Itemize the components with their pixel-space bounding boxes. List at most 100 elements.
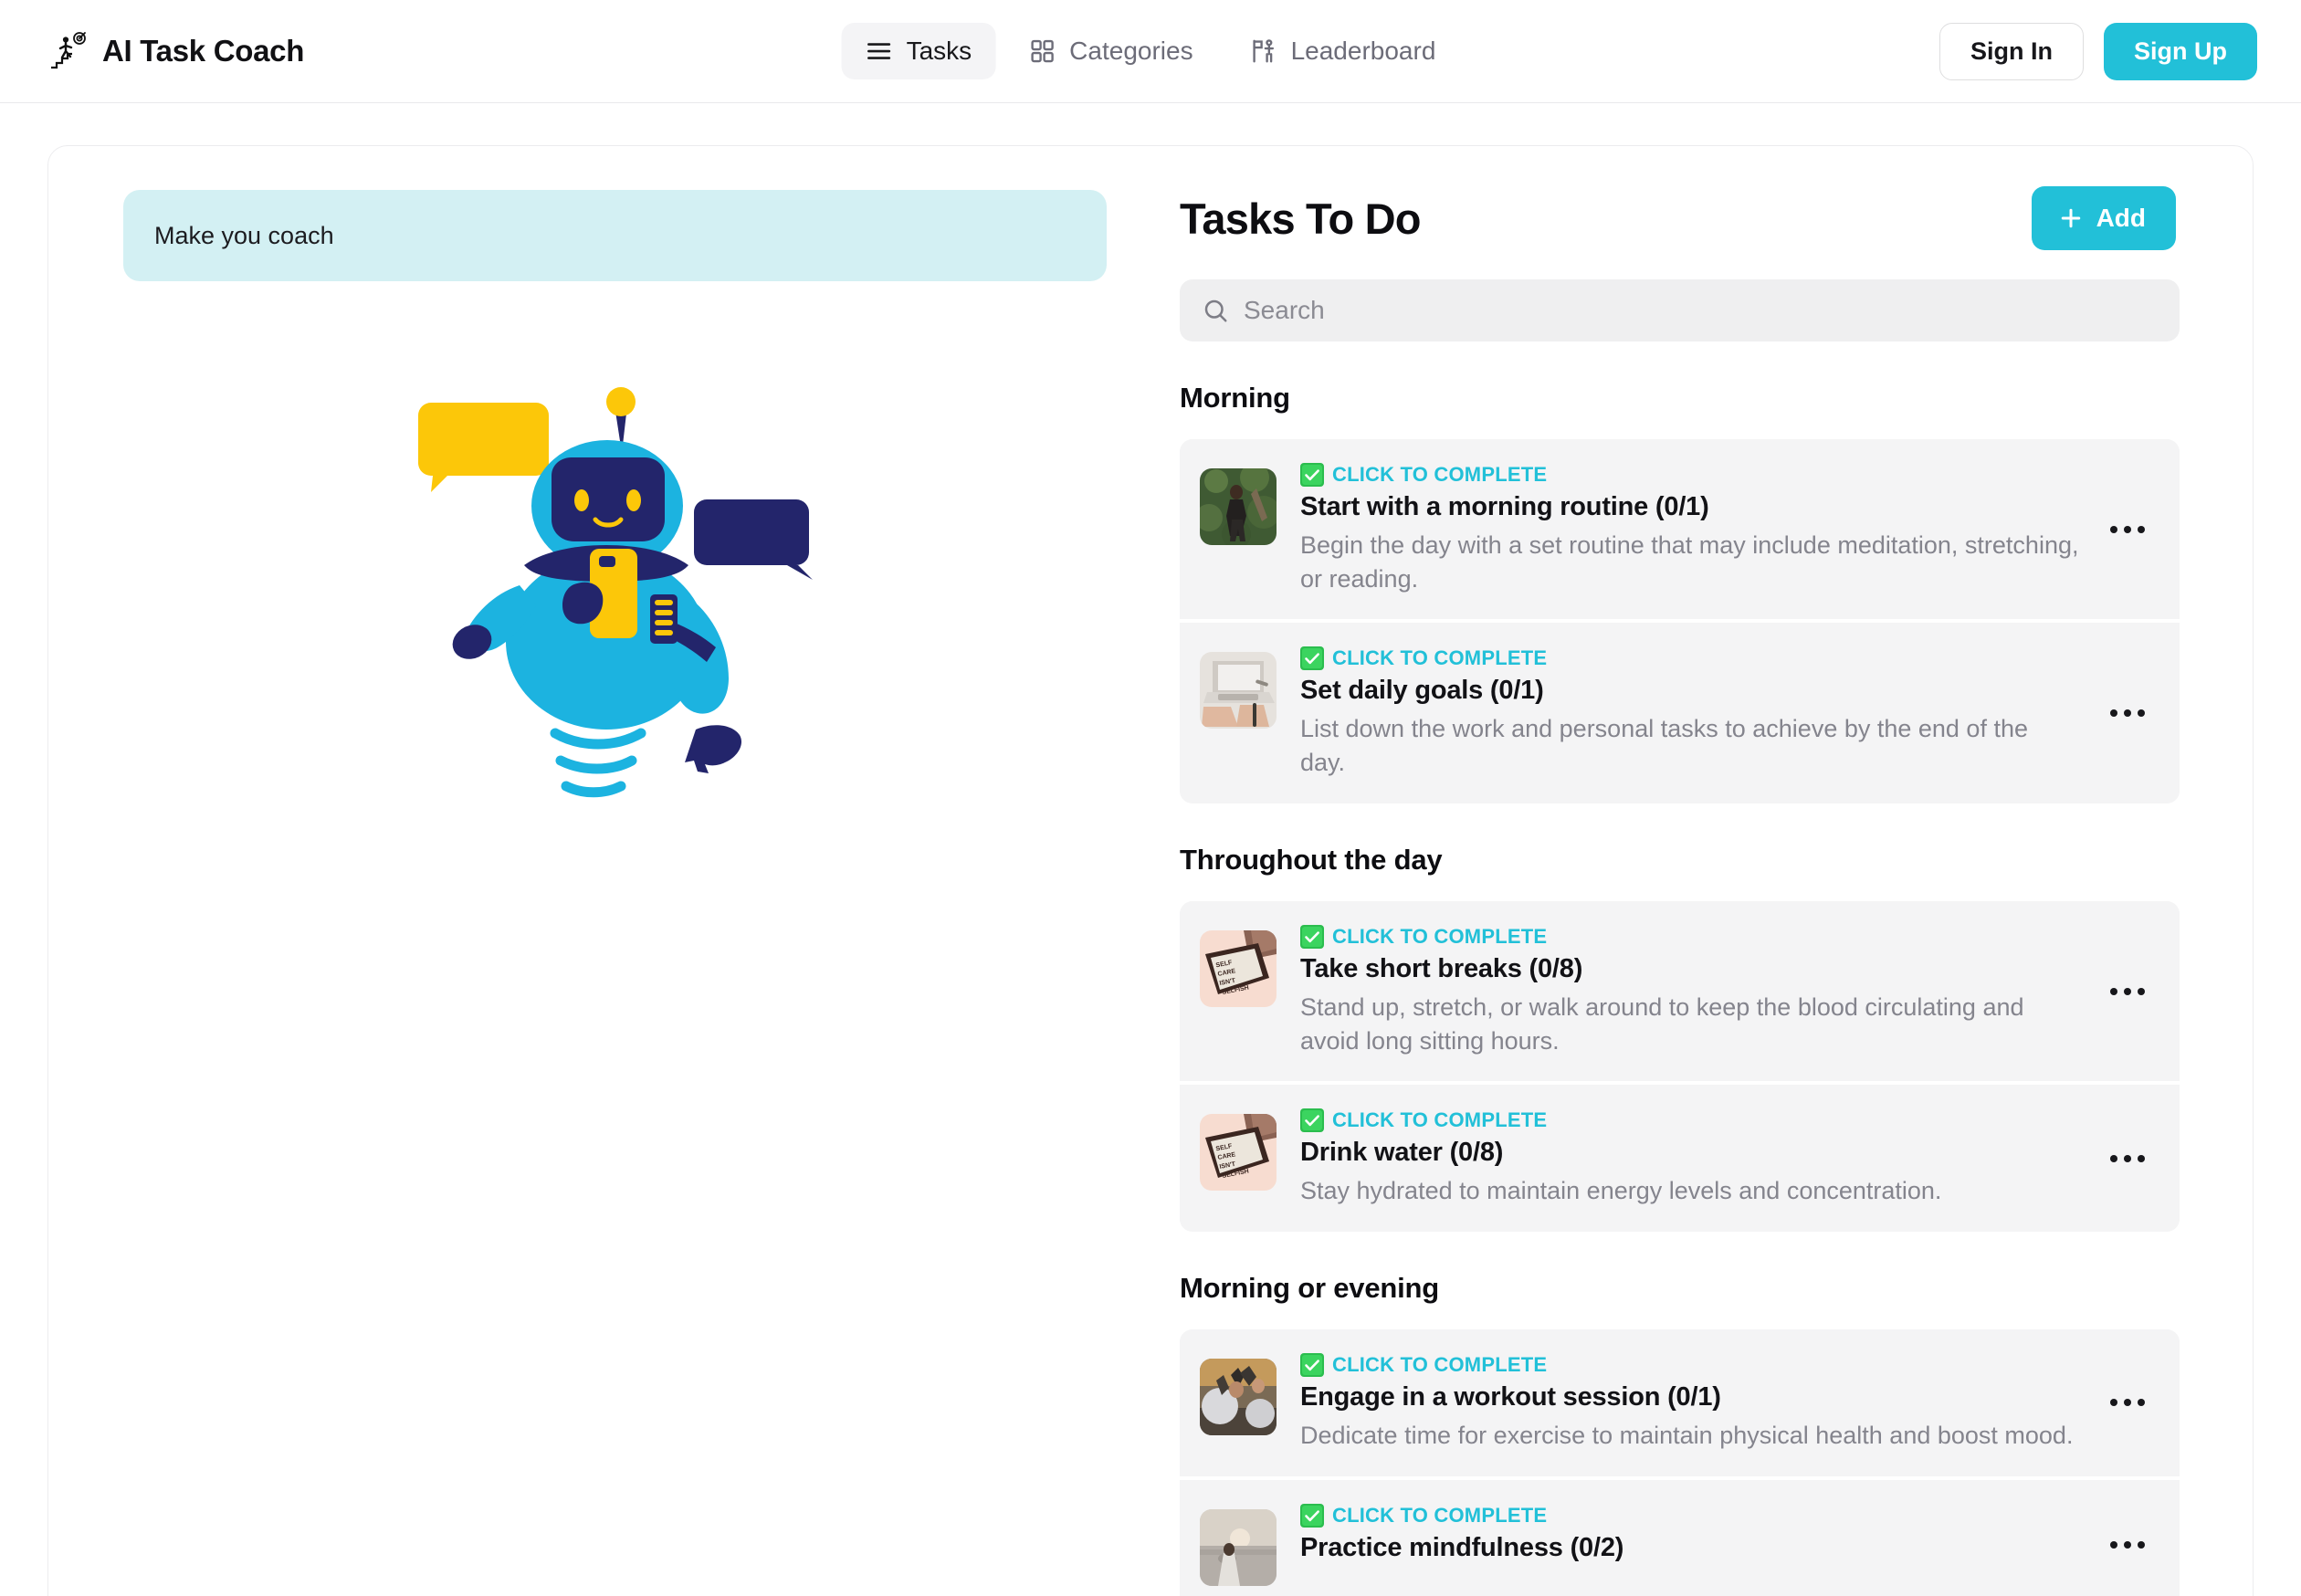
- ellipsis-icon: [2110, 709, 2117, 718]
- complete-toggle[interactable]: CLICK TO COMPLETE: [1300, 646, 2079, 671]
- task-body: CLICK TO COMPLETE Take short breaks (0/8…: [1300, 924, 2079, 1057]
- task-body: CLICK TO COMPLETE Set daily goals (0/1) …: [1300, 646, 2079, 779]
- brand-name: AI Task Coach: [102, 34, 305, 68]
- ellipsis-icon: [2110, 525, 2117, 533]
- complete-label: CLICK TO COMPLETE: [1332, 1353, 1548, 1377]
- complete-label: CLICK TO COMPLETE: [1332, 1503, 1548, 1527]
- task-description: Stay hydrated to maintain energy levels …: [1300, 1177, 1942, 1205]
- complete-toggle[interactable]: CLICK TO COMPLETE: [1300, 924, 2079, 949]
- stairs-climber-target-icon: [47, 31, 88, 71]
- task-row[interactable]: CLICK TO COMPLETE Practice mindfulness (…: [1180, 1475, 2180, 1596]
- task-more-options-button[interactable]: [2103, 1140, 2152, 1177]
- complete-label: CLICK TO COMPLETE: [1332, 924, 1548, 948]
- ellipsis-icon: [2138, 525, 2145, 533]
- nav-item-categories[interactable]: Categories: [1004, 23, 1216, 79]
- ellipsis-icon: [2124, 1154, 2131, 1162]
- green-check-box-icon: [1300, 1503, 1324, 1528]
- coach-banner-text: Make you coach: [154, 221, 334, 249]
- ellipsis-icon: [2124, 1540, 2131, 1549]
- ellipsis-icon: [2138, 709, 2145, 718]
- task-more-options-button[interactable]: [2103, 1527, 2152, 1563]
- task-more-options-button[interactable]: [2103, 1384, 2152, 1421]
- brand[interactable]: AI Task Coach: [47, 31, 304, 71]
- task-group-morning-or-evening: Morning or evening CLICK TO COMPLETE Eng…: [1180, 1272, 2180, 1596]
- complete-toggle[interactable]: CLICK TO COMPLETE: [1300, 1108, 2079, 1133]
- flag-person-icon: [1250, 37, 1277, 65]
- search-input[interactable]: [1244, 296, 2158, 325]
- task-title: Start with a morning routine (0/1): [1300, 492, 1709, 521]
- group-card: SELF CARE ISN'T SELFISH CLICK TO COMPLETE T…: [1180, 900, 2180, 1233]
- complete-label: CLICK TO COMPLETE: [1332, 646, 1548, 670]
- task-thumbnail-self-care-poster: SELF CARE ISN'T SELFISH: [1200, 929, 1277, 1007]
- green-check-box-icon: [1300, 924, 1324, 949]
- main-nav: Tasks Categories Leaderboard: [841, 23, 1460, 79]
- sign-in-button[interactable]: Sign In: [1939, 22, 2084, 80]
- task-thumbnail-meditation-sunrise: [1200, 1508, 1277, 1586]
- complete-toggle[interactable]: CLICK TO COMPLETE: [1300, 463, 2079, 487]
- green-check-box-icon: [1300, 1108, 1324, 1133]
- ellipsis-icon: [2110, 1540, 2117, 1549]
- ellipsis-icon: [2124, 987, 2131, 995]
- ellipsis-icon: [2138, 987, 2145, 995]
- group-title: Morning: [1180, 382, 1290, 414]
- coach-banner[interactable]: Make you coach: [123, 190, 1107, 281]
- ellipsis-icon: [2124, 709, 2131, 718]
- task-description: Stand up, stretch, or walk around to kee…: [1300, 992, 2024, 1055]
- nav-item-leaderboard[interactable]: Leaderboard: [1226, 23, 1460, 79]
- task-body: CLICK TO COMPLETE Engage in a workout se…: [1300, 1353, 2079, 1453]
- add-task-label: Add: [2096, 204, 2146, 232]
- nav-label-leaderboard: Leaderboard: [1290, 37, 1436, 65]
- task-thumbnail-laptop-typing: [1200, 652, 1277, 730]
- nav-item-tasks[interactable]: Tasks: [841, 23, 996, 79]
- task-row[interactable]: CLICK TO COMPLETE Set daily goals (0/1) …: [1180, 619, 2180, 803]
- ellipsis-icon: [2110, 987, 2117, 995]
- task-row[interactable]: SELF CARE ISN'T SELFISH CLICK TO COMPLETE D…: [1180, 1081, 2180, 1233]
- green-check-box-icon: [1300, 463, 1324, 487]
- complete-label: CLICK TO COMPLETE: [1332, 1108, 1548, 1132]
- task-group-throughout-the-day: Throughout the day SELF CARE ISN'T SELFISH …: [1180, 843, 2180, 1233]
- task-more-options-button[interactable]: [2103, 695, 2152, 731]
- task-description: Dedicate time for exercise to maintain p…: [1300, 1422, 2074, 1450]
- search-icon: [1202, 297, 1229, 324]
- complete-toggle[interactable]: CLICK TO COMPLETE: [1300, 1353, 2079, 1378]
- ellipsis-icon: [2110, 1399, 2117, 1407]
- green-check-box-icon: [1300, 646, 1324, 671]
- ellipsis-icon: [2138, 1154, 2145, 1162]
- sign-up-button[interactable]: Sign Up: [2104, 22, 2257, 80]
- top-navigation-bar: AI Task Coach Tasks Categories Leaderboa…: [0, 0, 2301, 103]
- task-title: Engage in a workout session (0/1): [1300, 1382, 1721, 1412]
- hamburger-menu-icon: [866, 37, 893, 65]
- nav-label-tasks: Tasks: [906, 37, 972, 65]
- task-group-morning: Morning CLICK TO COMPLETE Start with a m…: [1180, 382, 2180, 803]
- task-thumbnail-self-care-poster: SELF CARE ISN'T SELFISH: [1200, 1114, 1277, 1192]
- ellipsis-icon: [2110, 1154, 2117, 1162]
- plus-icon: [2057, 205, 2085, 232]
- ellipsis-icon: [2138, 1540, 2145, 1549]
- task-thumbnail-workout-class: [1200, 1359, 1277, 1436]
- search-bar[interactable]: [1180, 279, 2180, 341]
- tasks-panel: Tasks To Do Add Morning: [1157, 146, 2253, 1596]
- group-title: Morning or evening: [1180, 1272, 1440, 1305]
- coach-panel: Make you coach: [48, 146, 1157, 1596]
- green-check-box-icon: [1300, 1353, 1324, 1378]
- task-body: CLICK TO COMPLETE Practice mindfulness (…: [1300, 1503, 2079, 1570]
- complete-label: CLICK TO COMPLETE: [1332, 463, 1548, 486]
- group-title: Throughout the day: [1180, 843, 1443, 876]
- nav-label-categories: Categories: [1069, 37, 1193, 65]
- task-title: Practice mindfulness (0/2): [1300, 1532, 1624, 1562]
- add-task-button[interactable]: Add: [2031, 186, 2176, 250]
- task-body: CLICK TO COMPLETE Drink water (0/8) Stay…: [1300, 1108, 2079, 1208]
- task-description: List down the work and personal tasks to…: [1300, 715, 2028, 777]
- task-more-options-button[interactable]: [2103, 973, 2152, 1010]
- task-description: Begin the day with a set routine that ma…: [1300, 531, 2079, 593]
- task-row[interactable]: SELF CARE ISN'T SELFISH CLICK TO COMPLETE T…: [1180, 900, 2180, 1082]
- task-thumbnail-forest-stretch: [1200, 468, 1277, 545]
- tasks-panel-header: Tasks To Do Add: [1180, 186, 2180, 250]
- task-row[interactable]: CLICK TO COMPLETE Start with a morning r…: [1180, 439, 2180, 620]
- task-row[interactable]: CLICK TO COMPLETE Engage in a workout se…: [1180, 1329, 2180, 1476]
- task-more-options-button[interactable]: [2103, 511, 2152, 548]
- task-title: Take short breaks (0/8): [1300, 953, 1583, 983]
- complete-toggle[interactable]: CLICK TO COMPLETE: [1300, 1503, 2079, 1528]
- task-title: Set daily goals (0/1): [1300, 676, 1544, 706]
- group-card: CLICK TO COMPLETE Engage in a workout se…: [1180, 1329, 2180, 1596]
